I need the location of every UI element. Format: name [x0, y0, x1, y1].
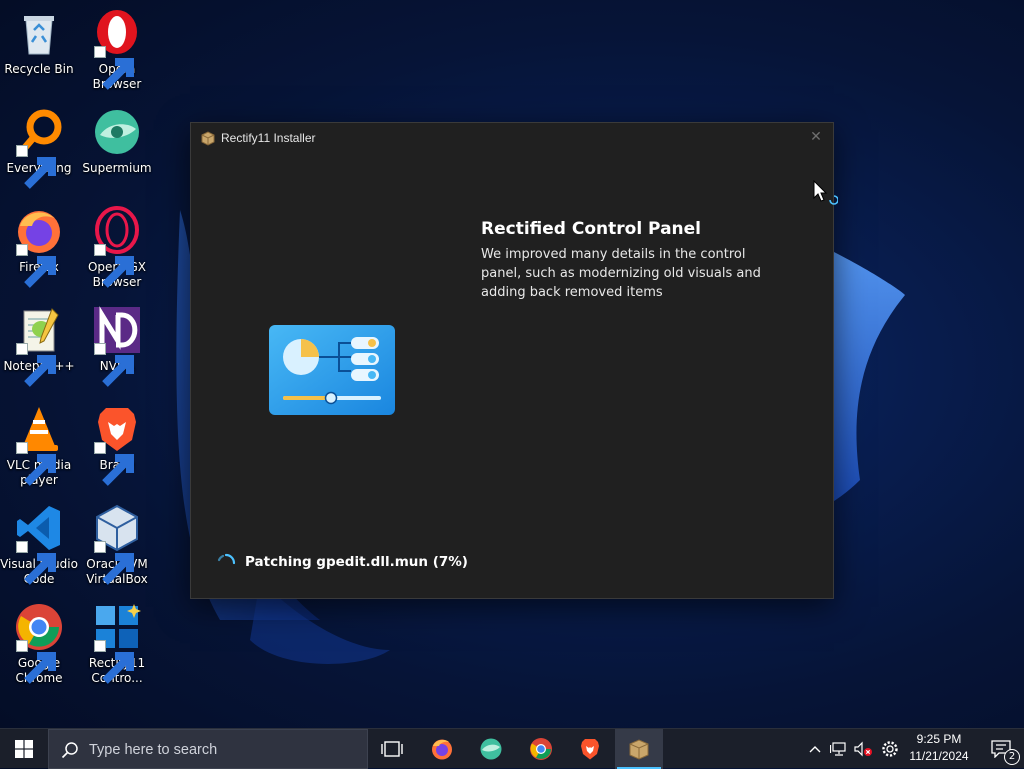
desktop-icon-opera-gx[interactable]: Opera GX Browser	[78, 206, 156, 290]
installer-titlebar[interactable]: Rectify11 Installer ✕	[191, 123, 833, 153]
desktop-icon-rectify11-control[interactable]: Rectify11 Contro...	[78, 602, 156, 686]
desktop-icon-everything[interactable]: Everything	[0, 107, 78, 189]
shortcut-arrow-icon	[94, 442, 134, 486]
recycle-bin-icon	[24, 16, 54, 55]
show-hidden-icons-button[interactable]	[804, 729, 826, 769]
network-button[interactable]	[828, 729, 850, 769]
desktop-icon-opera[interactable]: Opera Browser	[78, 8, 156, 92]
volume-muted-icon	[854, 741, 872, 757]
shortcut-arrow-icon	[94, 244, 134, 288]
action-center-button[interactable]: 2	[978, 729, 1024, 769]
brave-icon	[581, 739, 599, 760]
supermium-label: Supermium	[82, 161, 152, 175]
shortcut-arrow-icon	[16, 343, 56, 387]
clock-time: 9:25 PM	[916, 732, 962, 746]
shortcut-arrow-icon	[16, 244, 56, 288]
install-status-text: Patching gpedit.dll.mun (7%)	[245, 554, 468, 570]
desktop-icon-virtualbox[interactable]: Oracle VM VirtualBox	[78, 503, 156, 587]
desktop-icon-notepad-plus-plus[interactable]: Notepad++	[0, 305, 78, 387]
shortcut-arrow-icon	[16, 640, 56, 684]
desktop-icon-supermium[interactable]: Supermium	[78, 107, 156, 176]
taskbar-installer-button[interactable]	[615, 729, 663, 769]
desktop-icon-chrome[interactable]: Google Chrome	[0, 602, 78, 686]
search-placeholder: Type here to search	[89, 742, 218, 758]
shortcut-arrow-icon	[16, 442, 56, 486]
start-button[interactable]	[0, 729, 48, 769]
feature-title: Rectified Control Panel	[481, 219, 701, 239]
clock-date: 11/21/2024	[909, 749, 969, 763]
settings-icon	[882, 741, 898, 757]
shortcut-arrow-icon	[16, 145, 56, 189]
taskbar-brave-button[interactable]	[566, 729, 614, 769]
installer-window: Rectify11 Installer ✕ Rectified Control …	[190, 122, 834, 599]
desktop-icon-vscode[interactable]: Visual Studio Code	[0, 503, 78, 587]
mouse-cursor-busy-icon	[813, 180, 838, 205]
loading-spinner-icon	[217, 553, 236, 565]
supermium-icon	[480, 738, 502, 760]
shortcut-arrow-icon	[94, 343, 134, 387]
feature-description: We improved many details in the control …	[481, 247, 761, 300]
volume-button[interactable]	[852, 729, 874, 769]
notification-count-badge: 2	[1004, 749, 1020, 765]
recycle-bin-label: Recycle Bin	[4, 62, 74, 76]
search-icon	[61, 742, 78, 759]
taskbar-chrome-button[interactable]	[517, 729, 565, 769]
firefox-icon	[432, 739, 452, 760]
shortcut-arrow-icon	[16, 541, 56, 585]
chevron-up-icon	[809, 746, 821, 753]
desktop-icon-firefox[interactable]: Firefox	[0, 206, 78, 288]
shortcut-arrow-icon	[94, 640, 134, 684]
task-view-button[interactable]	[368, 729, 416, 769]
task-view-icon	[381, 741, 403, 757]
supermium-icon	[95, 110, 139, 154]
taskbar-search-box[interactable]: Type here to search	[48, 729, 368, 769]
chrome-icon	[530, 738, 552, 760]
control-panel-illustration	[269, 325, 395, 415]
taskbar-supermium-button[interactable]	[467, 729, 515, 769]
taskbar-clock[interactable]: 9:25 PM 11/21/2024	[904, 731, 974, 767]
close-icon: ✕	[810, 129, 822, 145]
taskbar-firefox-button[interactable]	[418, 729, 466, 769]
installer-title: Rectify11 Installer	[221, 131, 316, 145]
shortcut-arrow-icon	[94, 541, 134, 585]
desktop-icon-nvda[interactable]: NVDA	[78, 305, 156, 387]
windows-logo-icon	[15, 740, 33, 758]
installer-icon	[629, 739, 649, 760]
close-button[interactable]: ✕	[799, 123, 833, 151]
desktop-icon-brave[interactable]: Brave	[78, 404, 156, 486]
shortcut-arrow-icon	[94, 46, 134, 90]
desktop-icon-recycle-bin[interactable]: Recycle Bin	[0, 8, 78, 77]
installer-box-icon	[201, 131, 215, 146]
taskbar: Type here to search 9:25 PM 11/21/2024 2	[0, 728, 1024, 769]
settings-tray-button[interactable]	[878, 729, 902, 769]
desktop-icon-vlc[interactable]: VLC media player	[0, 404, 78, 488]
network-icon	[830, 742, 846, 756]
